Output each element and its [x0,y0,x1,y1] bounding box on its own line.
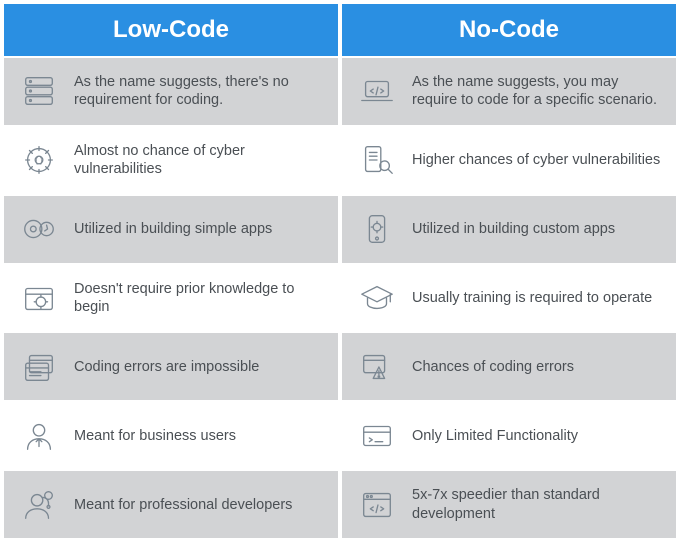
grad-cap-icon [356,277,398,319]
row-text: Usually training is required to operate [412,289,652,307]
user-headset-icon [18,484,60,526]
window-warning-icon [356,346,398,388]
column-header: Low-Code [4,4,338,56]
device-search-icon [356,139,398,181]
table-row: Meant for professional developers [4,471,338,538]
table-row: Meant for business users [4,402,338,469]
terminal-window-icon [356,415,398,457]
row-text: As the name suggests, there's no require… [74,73,324,109]
row-text: Almost no chance of cyber vulnerabilitie… [74,142,324,178]
table-row: Higher chances of cyber vulnerabilities [342,127,676,194]
comparison-table: Low-Code As the name suggests, there's n… [4,4,676,538]
svg-text:{ }: { } [35,156,43,165]
phone-gear-icon [356,208,398,250]
table-row: As the name suggests, you may require to… [342,58,676,125]
gear-shield-icon [18,208,60,250]
row-text: 5x-7x speedier than standard development [412,486,662,522]
gear-window-icon [18,277,60,319]
row-text: Coding errors are impossible [74,358,259,376]
row-text: Chances of coding errors [412,358,574,376]
table-row: Utilized in building custom apps [342,196,676,263]
user-business-icon [18,415,60,457]
column-header: No-Code [342,4,676,56]
row-text: Doesn't require prior knowledge to begin [74,280,324,316]
gear-braces-icon: { } [18,139,60,181]
table-row: { } Almost no chance of cyber vulnerabil… [4,127,338,194]
row-text: Utilized in building simple apps [74,220,272,238]
row-text: Meant for professional developers [74,496,292,514]
server-stack-icon [18,70,60,112]
table-row: Doesn't require prior knowledge to begin [4,265,338,332]
browser-code-icon [356,484,398,526]
column-low-code: Low-Code As the name suggests, there's n… [4,4,338,538]
windows-stack-icon [18,346,60,388]
laptop-code-icon [356,70,398,112]
table-row: Only Limited Functionality [342,402,676,469]
table-row: Chances of coding errors [342,333,676,400]
row-text: Utilized in building custom apps [412,220,615,238]
table-row: 5x-7x speedier than standard development [342,471,676,538]
table-row: Utilized in building simple apps [4,196,338,263]
table-row: Usually training is required to operate [342,265,676,332]
row-text: Higher chances of cyber vulnerabilities [412,151,660,169]
row-text: Meant for business users [74,427,236,445]
table-row: As the name suggests, there's no require… [4,58,338,125]
column-no-code: No-Code As the name suggests, you may re… [342,4,676,538]
table-row: Coding errors are impossible [4,333,338,400]
row-text: As the name suggests, you may require to… [412,73,662,109]
row-text: Only Limited Functionality [412,427,578,445]
